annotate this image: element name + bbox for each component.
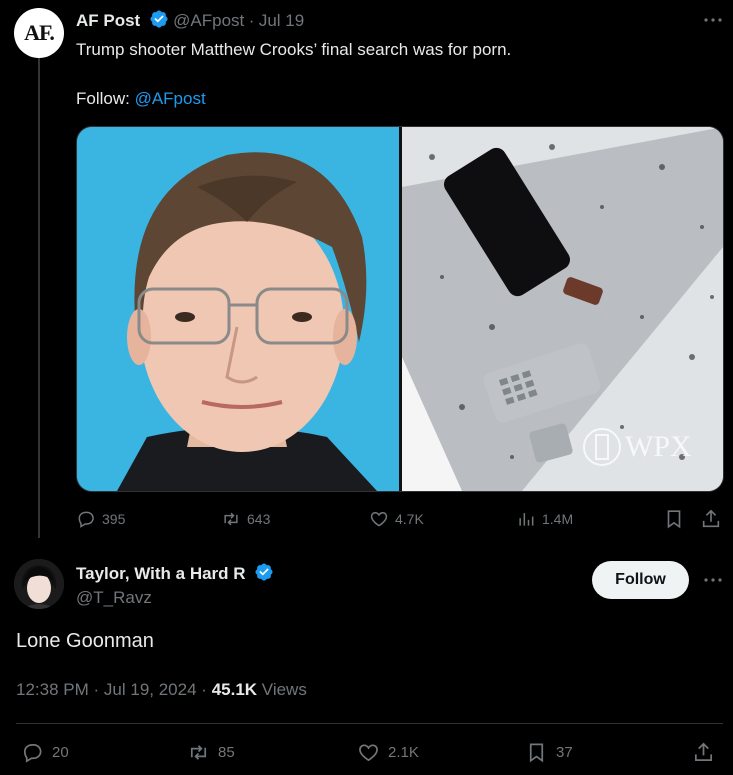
like-icon <box>370 511 388 527</box>
reply-count: 395 <box>102 511 126 527</box>
tweet-header: Taylor, With a Hard R <box>76 562 274 587</box>
repost-button[interactable]: 85 <box>187 741 235 764</box>
tweet-meta: 12:38 PM · Jul 19, 2024 · 45.1K Views <box>16 680 307 700</box>
like-icon <box>359 744 378 762</box>
author-handle[interactable]: @T_Ravz <box>76 588 152 608</box>
follow-prefix: Follow: <box>76 89 135 108</box>
more-icon[interactable] <box>701 568 725 592</box>
reply-button[interactable]: 395 <box>76 509 125 529</box>
follow-line: Follow: @AFpost <box>76 88 206 110</box>
reply-icon <box>23 743 42 763</box>
divider <box>16 723 723 724</box>
like-button[interactable]: 4.7K <box>369 509 424 529</box>
tweet-media[interactable]: WPX <box>76 126 724 492</box>
avatar[interactable] <box>14 559 64 609</box>
follow-button[interactable]: Follow <box>592 561 689 599</box>
verified-icon <box>149 9 169 34</box>
thread-line <box>38 58 40 538</box>
mention-link[interactable]: @AFpost <box>135 89 206 108</box>
share-icon[interactable] <box>700 508 722 530</box>
tweet-date[interactable]: Jul 19 <box>259 11 304 30</box>
bookmark-button[interactable]: 37 <box>525 741 573 764</box>
repost-count: 85 <box>218 744 235 761</box>
views-count: 45.1K <box>211 680 258 699</box>
repost-icon <box>224 512 238 526</box>
tweet-text: Lone Goonman <box>16 630 154 652</box>
separator: · <box>201 680 207 699</box>
evidence-photo[interactable]: WPX <box>402 127 723 491</box>
repost-button[interactable]: 643 <box>221 509 270 529</box>
verified-icon <box>254 562 274 587</box>
separator: · <box>248 11 255 30</box>
reply-icon <box>78 511 94 528</box>
avatar[interactable]: AF. <box>14 8 64 58</box>
more-icon[interactable] <box>701 8 725 32</box>
tweet-date[interactable]: Jul 19, 2024 <box>104 680 197 699</box>
like-count: 2.1K <box>388 744 419 761</box>
share-icon[interactable] <box>692 741 715 764</box>
portrait-photo[interactable] <box>77 127 399 491</box>
views-icon <box>519 513 534 526</box>
avatar-logo-text: AF. <box>24 20 55 45</box>
bookmark-icon[interactable] <box>663 508 685 530</box>
like-count: 4.7K <box>395 511 424 527</box>
bookmark-icon <box>529 743 544 763</box>
author-handle[interactable]: @AFpost <box>173 11 244 30</box>
views-button[interactable]: 1.4M <box>516 509 573 529</box>
tweet-text: Trump shooter Matthew Crooks’ final sear… <box>76 40 512 59</box>
watermark-text: WPX <box>625 430 692 463</box>
author-name[interactable]: Taylor, With a Hard R <box>76 564 246 583</box>
bookmark-count: 37 <box>556 744 573 761</box>
author-name[interactable]: AF Post <box>76 11 140 30</box>
tweet-time[interactable]: 12:38 PM <box>16 680 89 699</box>
like-button[interactable]: 2.1K <box>357 741 419 764</box>
tweet-header: AF Post @AFpost · Jul 19 <box>76 9 304 34</box>
reply-button[interactable]: 20 <box>21 741 69 764</box>
repost-count: 643 <box>247 511 271 527</box>
repost-icon <box>190 745 207 760</box>
views-label: Views <box>261 680 307 699</box>
views-count: 1.4M <box>542 511 574 527</box>
separator: · <box>93 680 100 699</box>
reply-count: 20 <box>52 744 69 761</box>
